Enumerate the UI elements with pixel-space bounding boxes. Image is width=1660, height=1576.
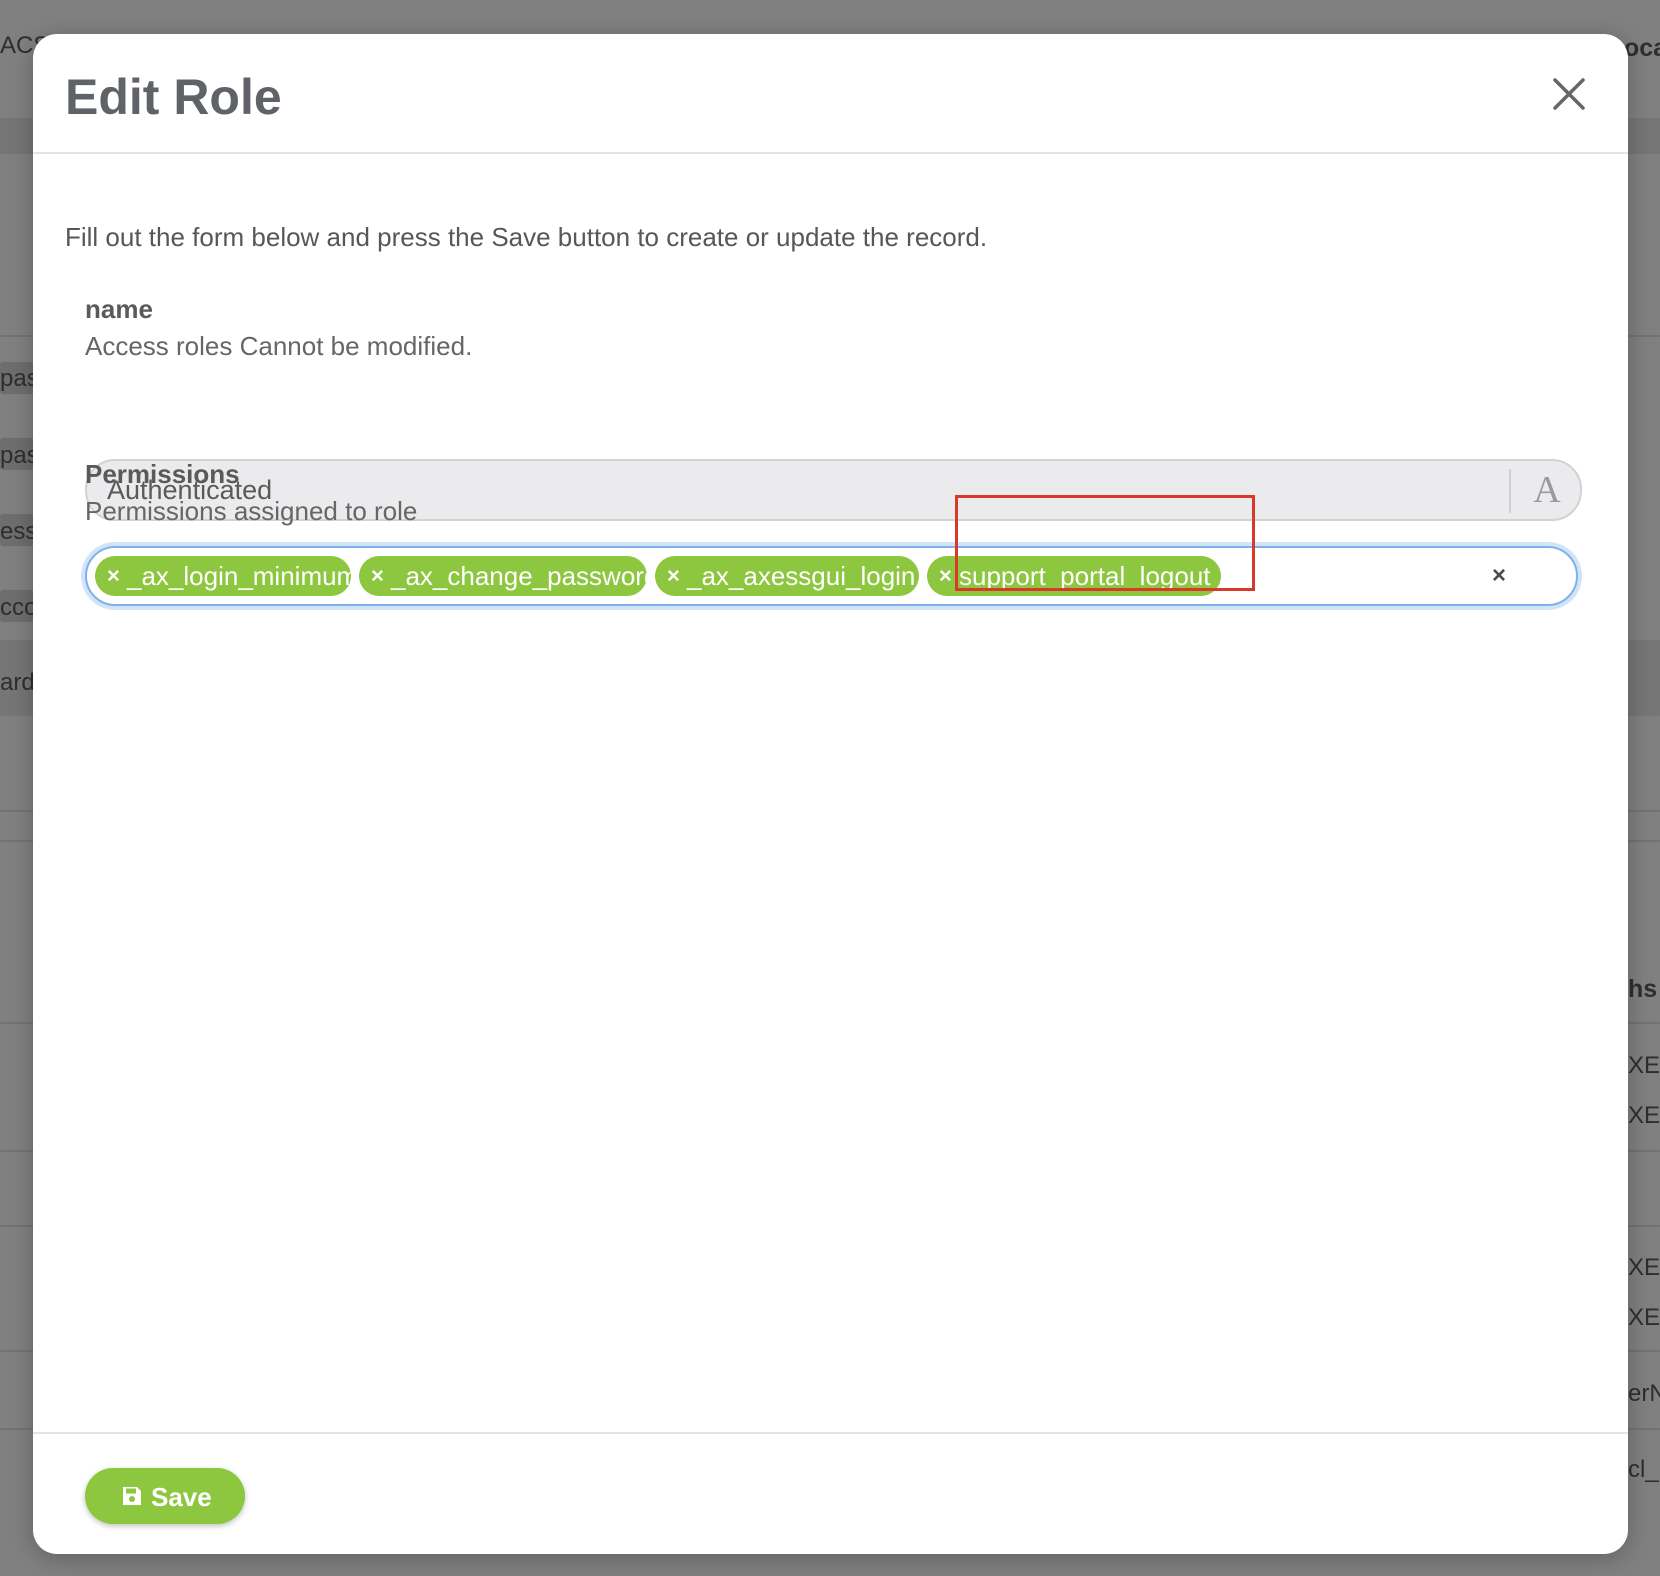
modal-header: Edit Role (33, 34, 1628, 154)
text-type-icon: A (1533, 469, 1561, 511)
tag-remove-icon[interactable]: × (107, 556, 120, 596)
background-text: cco (0, 594, 38, 621)
tag-remove-icon[interactable]: × (667, 556, 680, 596)
background-text: ard (0, 669, 35, 696)
edit-role-modal: Edit Role Fill out the form below and pr… (33, 34, 1628, 1554)
background-text: XE (1628, 1052, 1660, 1079)
tag-remove-icon[interactable]: × (939, 556, 952, 596)
permission-tag: × _ax_change_password (359, 556, 658, 596)
tag-label: support_portal_logout (959, 561, 1211, 591)
save-button[interactable]: Save (85, 1468, 245, 1524)
background-text: ess (0, 518, 38, 545)
tag-label: _ax_login_minimum (127, 561, 359, 591)
background-text: cl_ (1628, 1456, 1659, 1483)
background-text: XE (1628, 1304, 1660, 1331)
clear-all-icon[interactable]: × (1485, 562, 1513, 590)
modal-footer: Save (33, 1432, 1628, 1554)
background-text: oca (1624, 34, 1660, 62)
modal-title: Edit Role (65, 69, 282, 125)
tag-label: _ax_change_password (391, 561, 659, 591)
tag-label: _ax_axessgui_login (687, 561, 916, 591)
name-field-label: name (85, 294, 153, 324)
input-divider (1509, 469, 1511, 513)
tag-remove-icon[interactable]: × (371, 556, 384, 596)
permissions-multiselect[interactable]: × _ax_login_minimum × _ax_change_passwor… (85, 546, 1578, 606)
name-field-help: Access roles Cannot be modified. (85, 331, 473, 361)
permission-tag: × _ax_axessgui_login (655, 556, 919, 596)
background-text: erN (1628, 1380, 1660, 1407)
close-icon (1553, 78, 1585, 110)
background-text: hs (1628, 975, 1658, 1003)
permission-tag: × _ax_login_minimum (95, 556, 358, 596)
close-button[interactable] (1549, 74, 1589, 114)
permission-tag-highlighted: × support_portal_logout (927, 556, 1221, 596)
modal-body: Fill out the form below and press the Sa… (33, 154, 1628, 1464)
save-button-label: Save (151, 1482, 212, 1512)
background-text: XE (1628, 1254, 1660, 1281)
background-text: XE (1628, 1102, 1660, 1129)
permissions-field-label: Permissions (85, 459, 240, 489)
floppy-disk-icon (123, 1487, 141, 1505)
form-instructions: Fill out the form below and press the Sa… (65, 222, 988, 252)
permissions-field-help: Permissions assigned to role (85, 496, 418, 526)
